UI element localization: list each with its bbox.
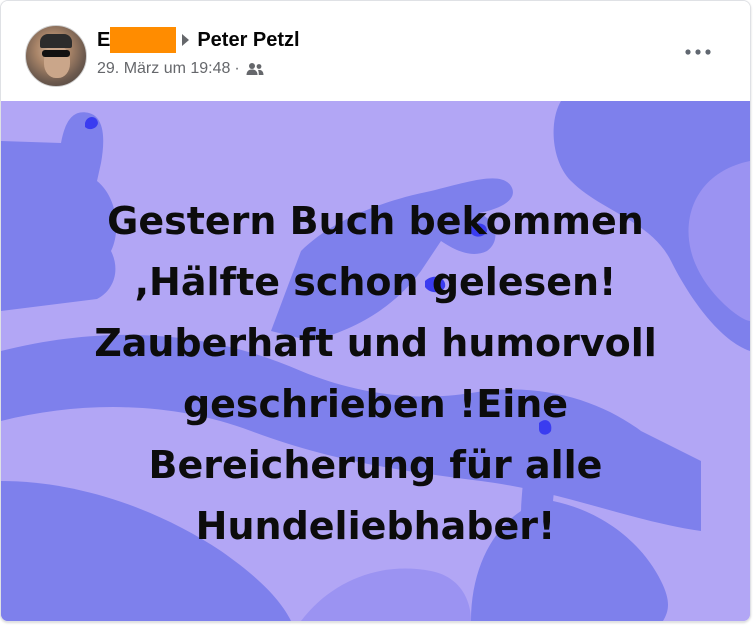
post-meta: 29. März um 19:48 ·: [97, 59, 264, 79]
more-options-icon: [685, 49, 711, 55]
meta-separator: ·: [234, 60, 240, 77]
target-profile-link[interactable]: Peter Petzl: [197, 29, 299, 52]
post-header: E Peter Petzl 29. März um 19:48 ·: [1, 1, 750, 101]
avatar-glasses: [42, 50, 70, 57]
friends-icon[interactable]: [246, 62, 264, 76]
arrow-right-icon: [182, 34, 190, 46]
author-avatar[interactable]: [25, 25, 87, 87]
redaction-box: [110, 27, 177, 53]
more-options-button[interactable]: [676, 34, 720, 70]
post-image[interactable]: Gestern Buch bekommen ,Hälfte schon gele…: [1, 101, 750, 621]
post-text: Gestern Buch bekommen ,Hälfte schon gele…: [94, 199, 657, 548]
author-line: E Peter Petzl: [97, 27, 300, 53]
author-name[interactable]: E: [97, 29, 110, 52]
post-timestamp[interactable]: 29. März um 19:48: [97, 60, 230, 78]
avatar-hat: [40, 34, 72, 48]
post-card: E Peter Petzl 29. März um 19:48 · Gester…: [0, 0, 751, 622]
